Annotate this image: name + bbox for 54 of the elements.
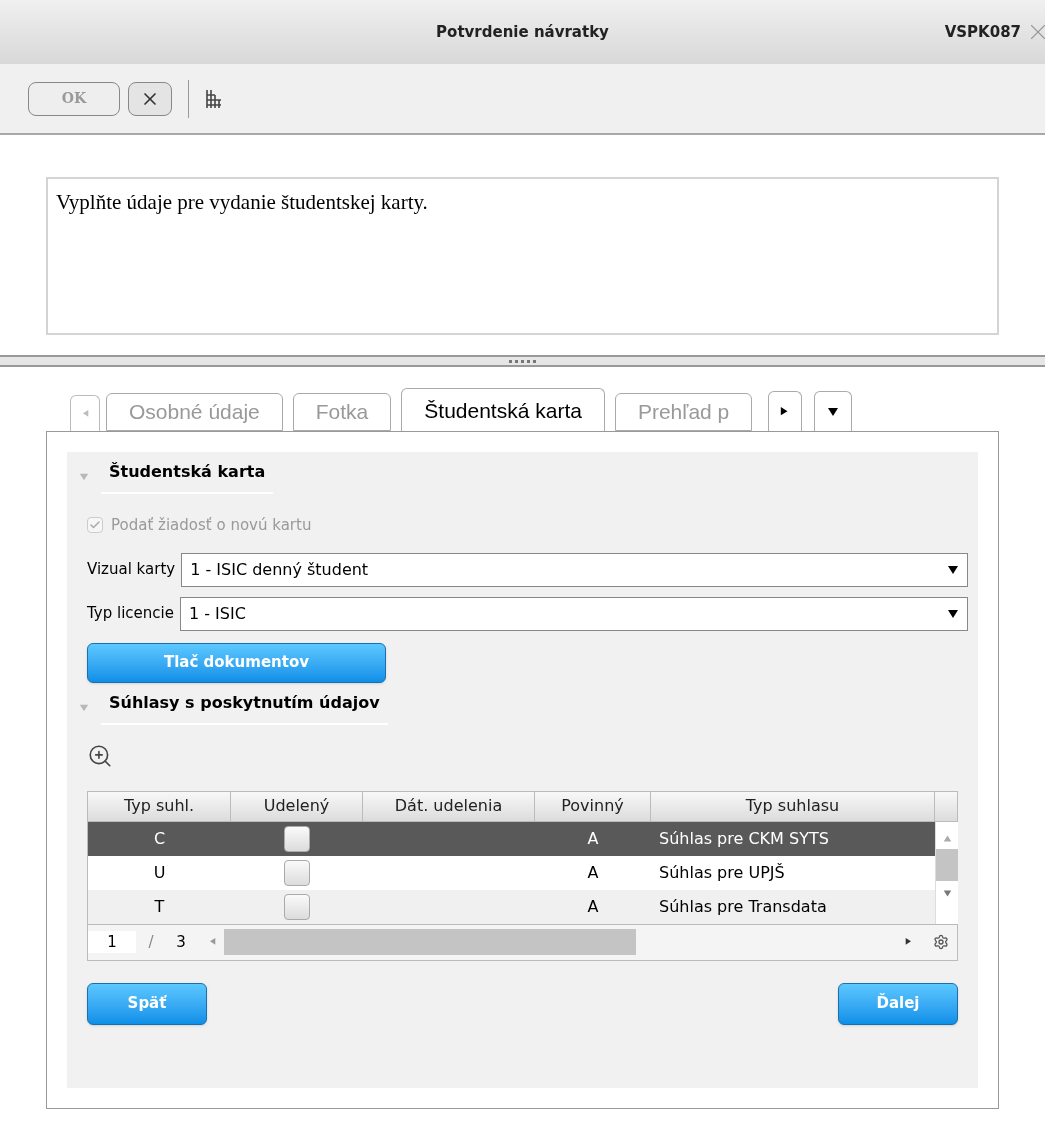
cancel-button[interactable] — [128, 81, 172, 116]
section-title: Študentská karta — [101, 460, 274, 494]
column-header[interactable]: Povinný — [535, 791, 651, 821]
column-header[interactable]: Udelený — [231, 791, 363, 821]
caret-icon[interactable] — [827, 405, 839, 418]
settings-icon[interactable] — [933, 934, 949, 950]
grip-icon — [507, 359, 538, 363]
up-arrow-icon[interactable] — [942, 833, 952, 843]
checkbox[interactable] — [284, 859, 310, 886]
caret-icon[interactable] — [947, 563, 959, 576]
window-code: VSPK087 — [944, 21, 1021, 43]
left-arrow-icon[interactable] — [208, 938, 216, 946]
tab-menu-button[interactable] — [814, 391, 852, 431]
table-cell-text: T — [153, 895, 166, 918]
checkbox-label: Podať žiadosť o novú kartu — [111, 515, 312, 536]
left-arrow-icon[interactable] — [81, 409, 89, 418]
right-arrow-icon[interactable] — [780, 406, 790, 417]
table-cell-text: Súhlas pre CKM SYTS — [658, 827, 830, 850]
select-field[interactable]: 1 - ISIC denný študent — [181, 552, 968, 587]
table-cell-text: Súhlas pre Transdata — [658, 895, 828, 918]
collapse-icon[interactable] — [79, 472, 89, 482]
table-row[interactable]: T A Súhlas pre Transdata — [88, 889, 935, 924]
page-current: 1 — [88, 930, 136, 954]
table-cell-text: U — [152, 861, 167, 884]
checkbox[interactable] — [284, 893, 310, 920]
window-title: Potvrdenie návratky — [436, 21, 609, 43]
collapse-icon[interactable] — [79, 702, 89, 713]
tab[interactable]: Študentská karta — [401, 388, 605, 431]
table-cell-text: Súhlas pre UPJŠ — [658, 861, 786, 884]
section-title: Súhlasy s poskytnutím údajov — [101, 690, 388, 725]
scrollbar-thumb[interactable] — [224, 929, 636, 955]
field-label: Typ licencie — [87, 603, 174, 625]
table-cell-text: C — [152, 827, 167, 850]
vertical-scrollbar[interactable] — [935, 821, 958, 924]
table-cell-text: A — [586, 827, 600, 850]
table-cell-text: A — [586, 861, 600, 884]
right-arrow-icon[interactable] — [905, 938, 913, 946]
down-arrow-icon[interactable] — [942, 888, 952, 898]
scrollbar-thumb[interactable] — [936, 848, 958, 881]
select-field[interactable]: 1 - ISIC — [179, 596, 968, 631]
column-header[interactable]: Dát. udelenia — [363, 791, 535, 821]
grid-icon[interactable] — [205, 88, 223, 109]
field-label: Vizual karty — [87, 559, 176, 581]
caret-icon[interactable] — [947, 607, 959, 620]
table-row[interactable]: C A Súhlas pre CKM SYTS — [88, 821, 935, 856]
tab-scroll-left[interactable] — [70, 395, 100, 431]
page-separator: / — [147, 931, 155, 953]
checkbox[interactable] — [284, 825, 310, 852]
page-total: 3 — [175, 931, 187, 953]
message-box: Vyplňte údaje pre vydanie študentskej karty. — [46, 177, 999, 335]
column-header[interactable]: Typ suhlasu — [651, 791, 935, 821]
splitter[interactable] — [0, 355, 1045, 367]
column-header[interactable]: Typ suhl. — [88, 791, 231, 821]
table-cell-text: A — [586, 895, 600, 918]
